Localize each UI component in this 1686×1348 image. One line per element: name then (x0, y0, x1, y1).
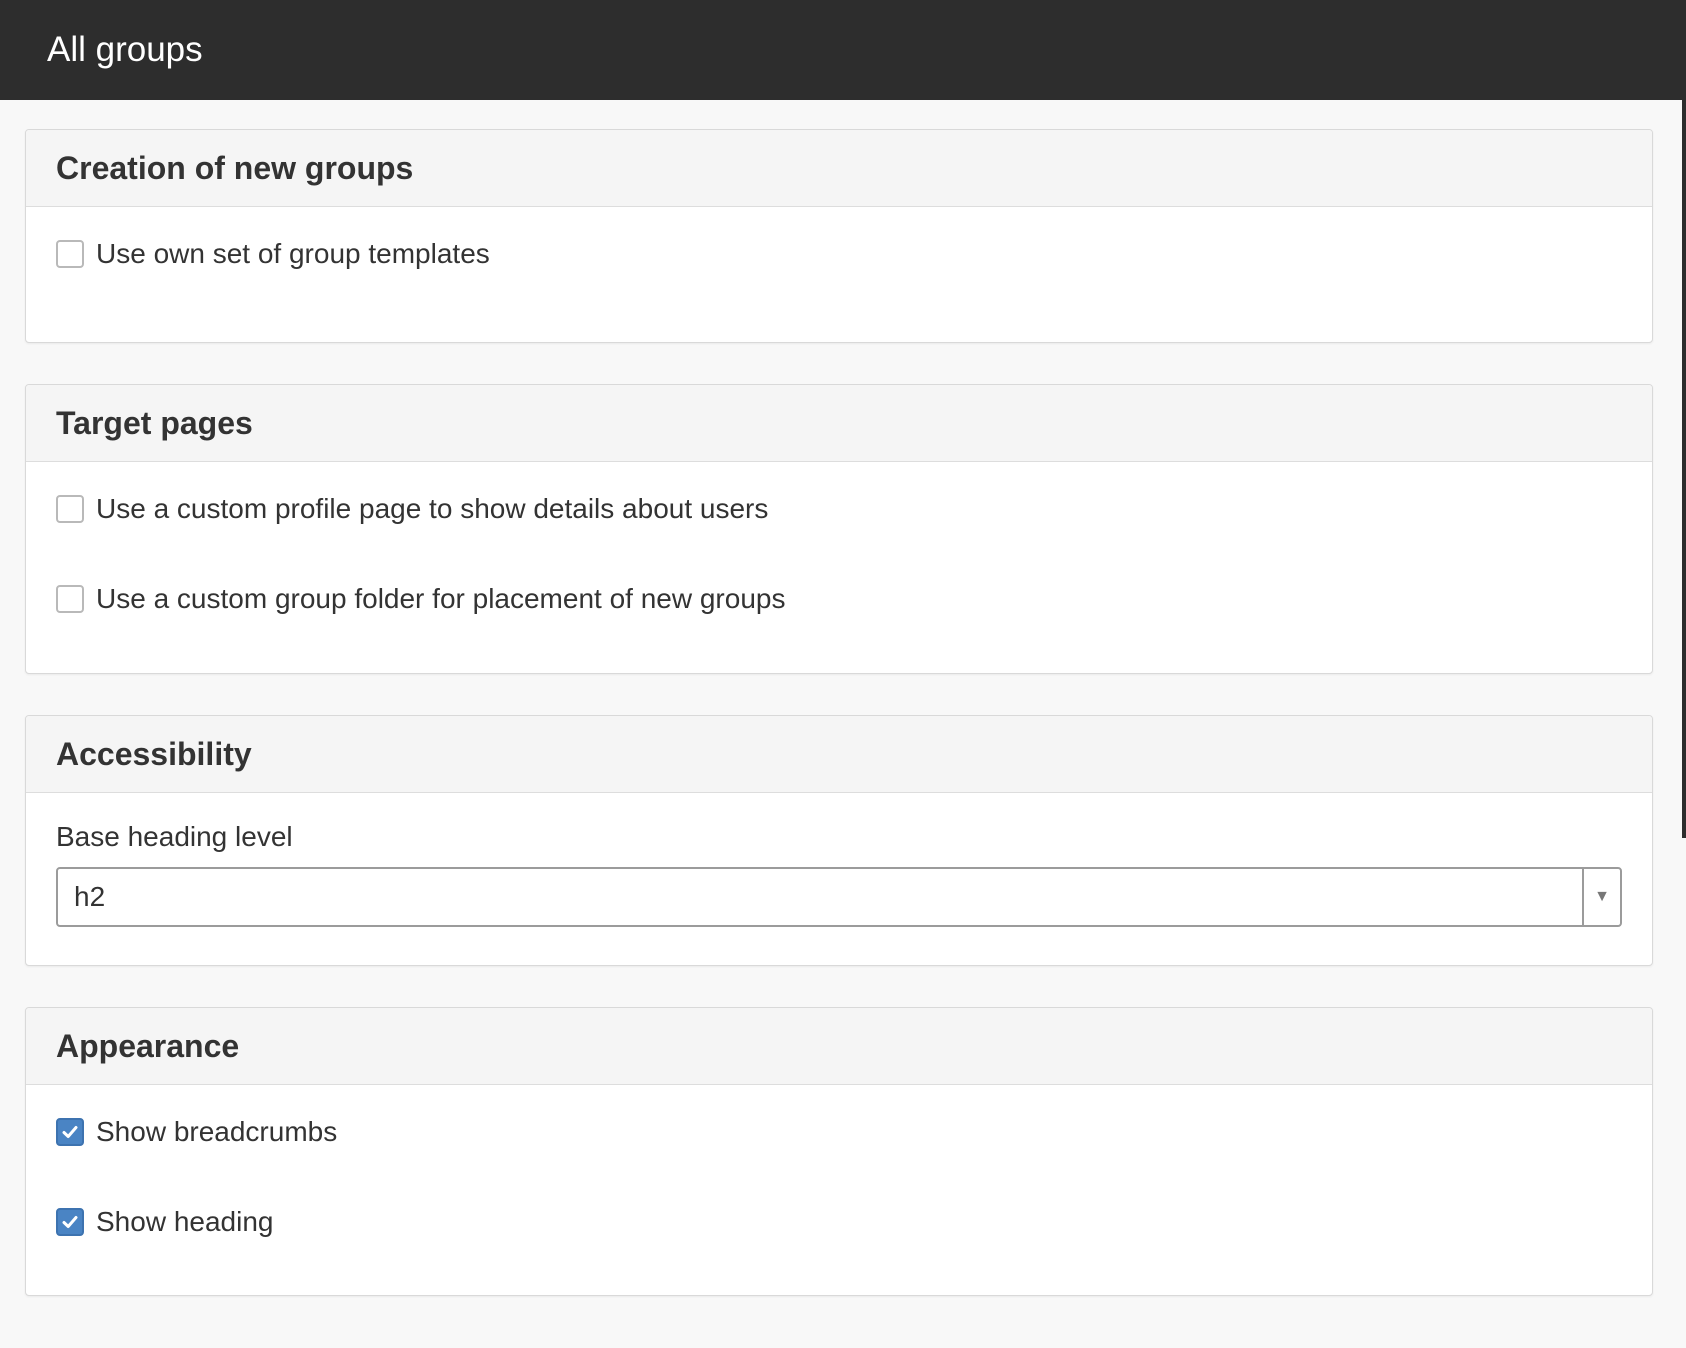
checkmark-icon (62, 1216, 78, 1228)
checkbox-label[interactable]: Show heading (96, 1206, 273, 1238)
checkbox-label[interactable]: Use own set of group templates (96, 238, 490, 270)
panel-body: Use a custom profile page to show detail… (26, 462, 1652, 616)
page-title: All groups (47, 30, 203, 69)
checkbox-own-group-templates[interactable] (56, 240, 84, 268)
chevron-down-icon[interactable]: ▼ (1582, 869, 1620, 925)
checkbox-show-heading[interactable] (56, 1208, 84, 1236)
option-show-heading[interactable]: Show heading (56, 1205, 1622, 1239)
panel-heading: Accessibility (26, 716, 1652, 793)
panel-title-accessibility: Accessibility (56, 735, 252, 772)
base-heading-level-select[interactable]: h2 ▼ (56, 867, 1622, 927)
panel-title-appearance: Appearance (56, 1027, 240, 1064)
panel-heading: Target pages (26, 385, 1652, 462)
panel-body: Show breadcrumbs Show heading (26, 1085, 1652, 1239)
checkbox-label[interactable]: Use a custom group folder for placement … (96, 583, 785, 615)
settings-content: Creation of new groups Use own set of gr… (25, 129, 1653, 1337)
select-value[interactable]: h2 (58, 869, 1582, 925)
option-custom-group-folder[interactable]: Use a custom group folder for placement … (56, 582, 1622, 616)
panel-target-pages: Target pages Use a custom profile page t… (25, 384, 1653, 674)
checkbox-show-breadcrumbs[interactable] (56, 1118, 84, 1146)
page-header: All groups (0, 0, 1686, 100)
checkbox-label[interactable]: Use a custom profile page to show detail… (96, 493, 768, 525)
panel-body: Use own set of group templates (26, 207, 1652, 271)
option-show-breadcrumbs[interactable]: Show breadcrumbs (56, 1115, 1622, 1149)
checkbox-custom-profile-page[interactable] (56, 495, 84, 523)
panel-accessibility: Accessibility Base heading level h2 ▼ (25, 715, 1653, 966)
base-heading-level-label: Base heading level (56, 821, 293, 852)
checkbox-label[interactable]: Show breadcrumbs (96, 1116, 337, 1148)
checkmark-icon (62, 1126, 78, 1138)
option-own-group-templates[interactable]: Use own set of group templates (56, 237, 1622, 271)
checkbox-custom-group-folder[interactable] (56, 585, 84, 613)
panel-heading: Creation of new groups (26, 130, 1652, 207)
panel-creation-of-new-groups: Creation of new groups Use own set of gr… (25, 129, 1653, 343)
panel-appearance: Appearance Show breadcrumbs Show heading (25, 1007, 1653, 1296)
window-edge (1682, 88, 1686, 838)
panel-heading: Appearance (26, 1008, 1652, 1085)
panel-title-creation: Creation of new groups (56, 149, 414, 186)
panel-title-target-pages: Target pages (56, 404, 253, 441)
option-custom-profile-page[interactable]: Use a custom profile page to show detail… (56, 492, 1622, 526)
panel-body: Base heading level h2 ▼ (26, 793, 1652, 927)
